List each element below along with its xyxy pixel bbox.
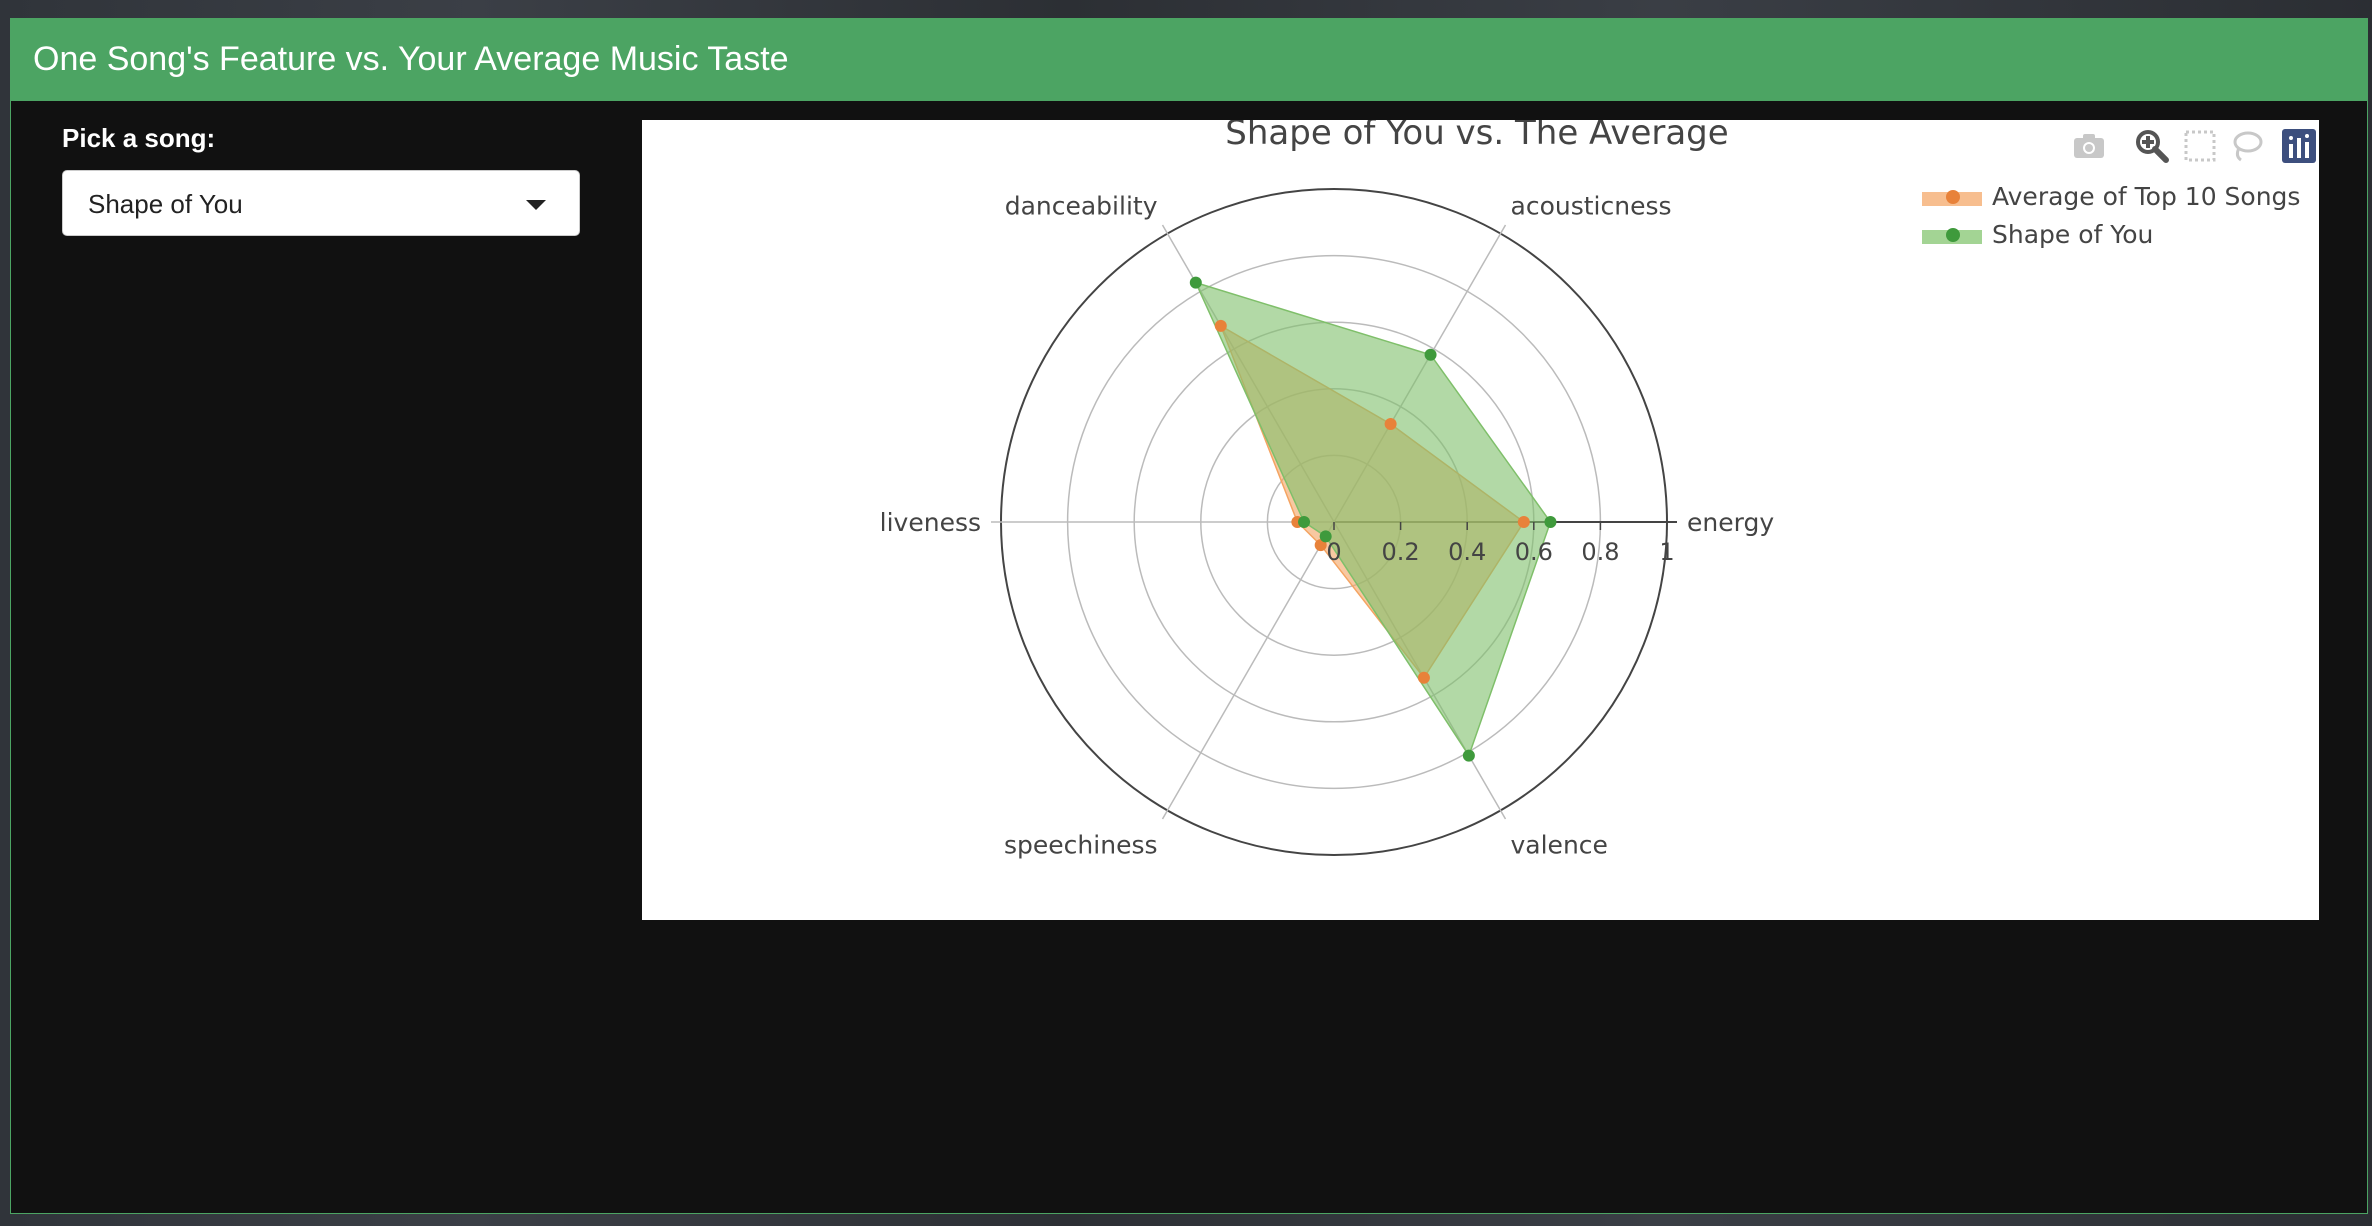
radar-tick-label: 0.8 (1581, 538, 1619, 566)
app-title: One Song's Feature vs. Your Average Musi… (33, 40, 789, 78)
radar-axis-label: valence (1511, 831, 1608, 860)
radar-axis-label: liveness (880, 508, 981, 537)
radar-axis-label: danceability (1005, 191, 1158, 220)
radar-data-point[interactable] (1214, 319, 1227, 332)
radar-chart-panel: Shape of You vs. The Average energy acous… (642, 120, 2319, 920)
radar-data-point[interactable] (1462, 749, 1475, 762)
legend-label-average: Average of Top 10 Songs (1992, 182, 2301, 211)
radar-data-point[interactable] (1517, 516, 1530, 528)
radar-tick-label: 0 (1326, 538, 1341, 566)
camera-icon[interactable] (2071, 128, 2107, 164)
radar-data-point[interactable] (1544, 516, 1557, 528)
radar-tick-label: 0.4 (1448, 538, 1486, 566)
radar-axis-label: energy (1687, 508, 1774, 537)
song-select-dropdown[interactable]: Shape of You (62, 170, 580, 236)
radar-data-point[interactable] (1384, 417, 1397, 430)
radar-tick-label: 0.2 (1382, 538, 1420, 566)
radar-axis-label: acousticness (1511, 191, 1672, 220)
chart-title: Shape of You vs. The Average (1225, 120, 1728, 153)
plot-modebar (2019, 120, 2319, 170)
radar-data-point[interactable] (1424, 348, 1437, 361)
radar-data-point[interactable] (1298, 516, 1311, 528)
title-bar: One Song's Feature vs. Your Average Musi… (11, 19, 2367, 101)
legend-marker-average (1946, 190, 1960, 204)
legend-marker-song (1946, 228, 1960, 242)
legend-label-song: Shape of You (1992, 220, 2154, 249)
radar-axis-label: speechiness (1004, 831, 1157, 860)
radar-tick-label: 1 (1659, 538, 1674, 566)
chevron-down-icon[interactable] (526, 200, 546, 210)
song-picker-label: Pick a song: (62, 123, 216, 153)
radar-tick-label: 0.6 (1515, 538, 1553, 566)
radar-series-area[interactable] (1194, 281, 1552, 758)
legend-swatch-average (1922, 190, 1982, 206)
box-select-icon[interactable] (2182, 128, 2218, 164)
radar-data-point[interactable] (1417, 671, 1430, 684)
lasso-icon[interactable] (2229, 128, 2265, 164)
song-select-value: Shape of You (88, 189, 243, 219)
radar-data-point[interactable] (1189, 276, 1202, 289)
app-window: One Song's Feature vs. Your Average Musi… (10, 18, 2368, 1214)
zoom-icon[interactable] (2134, 128, 2170, 164)
legend-swatch-song (1922, 228, 1982, 244)
plotly-logo-icon[interactable] (2281, 128, 2317, 164)
